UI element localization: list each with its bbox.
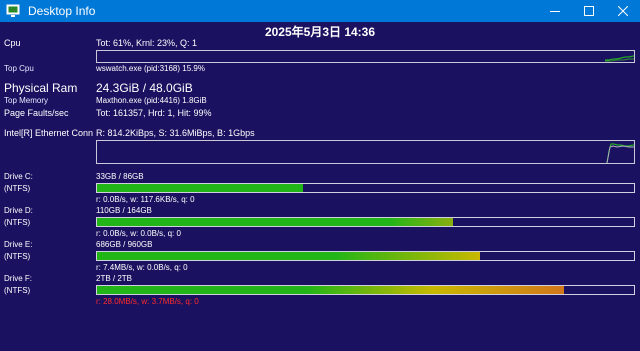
drive-usage-bar — [96, 251, 635, 261]
maximize-button[interactable] — [572, 0, 606, 22]
minimize-button[interactable] — [538, 0, 572, 22]
drive-usage-fill — [97, 218, 454, 226]
drive-size: 110GB / 164GB — [96, 206, 152, 215]
network-label: Intel[R] Ethernet Conn — [4, 128, 94, 138]
drive-label: Drive C: — [4, 172, 33, 181]
drive-io-stats: r: 0.0B/s, w: 0.0B/s, q: 0 — [96, 229, 181, 238]
drive-label: Drive E: — [4, 240, 33, 249]
drive-usage-bar — [96, 217, 635, 227]
close-button[interactable] — [606, 0, 640, 22]
top-cpu-label: Top Cpu — [4, 64, 34, 73]
drive-usage-bar — [96, 285, 635, 295]
ram-value: 24.3GiB / 48.0GiB — [96, 81, 193, 95]
drive-usage-fill — [97, 252, 481, 260]
drive-usage-bar — [96, 183, 635, 193]
cpu-value: Tot: 61%, Krnl: 23%, Q: 1 — [96, 38, 198, 48]
drive-io-stats: r: 28.0MB/s, w: 3.7MB/s, q: 0 — [96, 297, 199, 306]
drive-usage-fill — [97, 286, 565, 294]
drive-size: 2TB / 2TB — [96, 274, 133, 283]
drive-filesystem: (NTFS) — [4, 252, 31, 261]
title-bar[interactable]: Desktop Info — [0, 0, 640, 22]
drive-usage-fill — [97, 184, 303, 192]
window-title: Desktop Info — [28, 4, 96, 18]
ram-label: Physical Ram — [4, 81, 78, 95]
drive-io-stats: r: 0.0B/s, w: 117.6KB/s, q: 0 — [96, 195, 195, 204]
drive-label: Drive F: — [4, 274, 32, 283]
drive-filesystem: (NTFS) — [4, 184, 31, 193]
top-memory-value: Maxthon.exe (pid:4416) 1.8GiB — [96, 96, 207, 105]
drive-label: Drive D: — [4, 206, 33, 215]
network-graph — [96, 140, 635, 164]
cpu-graph — [96, 50, 635, 63]
network-value: R: 814.2KiBps, S: 31.6MiBps, B: 1Gbps — [96, 128, 255, 138]
drive-io-stats: r: 7.4MB/s, w: 0.0B/s, q: 0 — [96, 263, 188, 272]
drive-filesystem: (NTFS) — [4, 218, 31, 227]
top-memory-label: Top Memory — [4, 96, 49, 105]
cpu-label: Cpu — [4, 38, 21, 48]
drive-size: 686GB / 960GB — [96, 240, 153, 249]
page-faults-value: Tot: 161357, Hrd: 1, Hit: 99% — [96, 108, 212, 118]
info-panel: 2025年5月3日 14:36 Cpu Tot: 61%, Krnl: 23%,… — [0, 22, 640, 351]
top-cpu-value: wswatch.exe (pid:3168) 15.9% — [96, 64, 205, 73]
desktop-info-app-icon — [6, 4, 20, 18]
drive-size: 33GB / 86GB — [96, 172, 144, 181]
drive-filesystem: (NTFS) — [4, 286, 31, 295]
page-faults-label: Page Faults/sec — [4, 108, 69, 118]
